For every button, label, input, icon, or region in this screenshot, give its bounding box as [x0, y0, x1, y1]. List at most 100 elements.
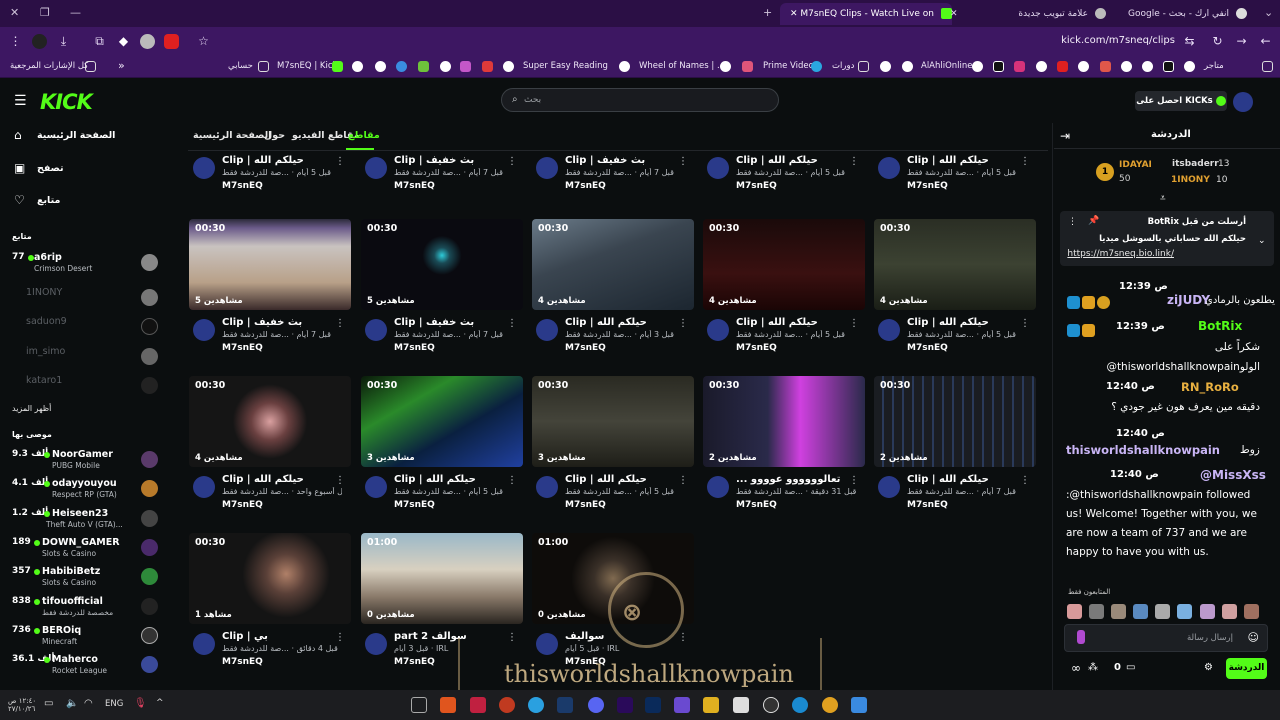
clip-thumbnail[interactable]: 00:30 2 مشاهدين: [703, 376, 865, 467]
clip-thumbnail[interactable]: 00:30 5 مشاهدين: [189, 219, 351, 310]
taskbar-app-icon[interactable]: [470, 697, 486, 713]
emoji-icon[interactable]: ☺: [1248, 631, 1259, 644]
premiere-icon[interactable]: [617, 697, 633, 713]
chat-username[interactable]: RN_RoRo: [1181, 380, 1239, 394]
site-settings-icon[interactable]: ⇆: [1182, 34, 1197, 49]
points-icon[interactable]: ▭: [1126, 662, 1135, 673]
chevron-down-icon[interactable]: ⌄: [1258, 236, 1266, 246]
emote-icon[interactable]: [1133, 604, 1149, 619]
more-options-icon[interactable]: ⋮: [1068, 217, 1077, 227]
mic-icon[interactable]: [1077, 630, 1085, 644]
photoshop-icon[interactable]: [645, 697, 661, 713]
clip-card[interactable]: Clip | حيلكم الله قبل 5 أيام · ...صة للدر…: [703, 57, 865, 207]
clip-card[interactable]: 00:30 4 مشاهدين Clip | حيلكم الله قبل 3 أي…: [532, 219, 694, 359]
clip-card[interactable]: 00:30 4 مشاهدين Clip | حيلكم الله قبل أسبو…: [189, 376, 351, 516]
user-avatar[interactable]: [1233, 92, 1253, 112]
extension-diamond-icon[interactable]: ◆: [116, 34, 131, 49]
sidebar-recommended-item[interactable]: 189 DOWN_GAMER Slots & Casino: [12, 537, 158, 565]
more-options-icon[interactable]: ⋮: [507, 632, 517, 643]
sidebar-following-im-simo[interactable]: im_simo: [12, 346, 158, 374]
clip-card[interactable]: 00:30 3 مشاهدين Clip | حيلكم الله قبل 5 أي…: [361, 376, 523, 516]
taskbar-app-icon[interactable]: [411, 697, 427, 713]
more-options-icon[interactable]: ⋮: [849, 475, 859, 486]
emote-icon[interactable]: [1221, 604, 1237, 619]
wifi-icon[interactable]: ◠: [84, 698, 93, 709]
emote-icon[interactable]: [1111, 604, 1127, 619]
settings-gear-icon[interactable]: ⚙: [1204, 662, 1213, 673]
tab-close-icon[interactable]: ✕: [790, 9, 798, 19]
clip-thumbnail[interactable]: 00:30 4 مشاهدين: [703, 219, 865, 310]
clip-card[interactable]: Clip | حيلكم الله قبل 5 أيام · ...صة للدر…: [874, 57, 1036, 207]
bookmark-all[interactable]: كل الإشارات المرجعية: [10, 61, 88, 71]
sidebar-following-saduon9[interactable]: saduon9: [12, 316, 158, 344]
get-kicks-button[interactable]: احصل على KICKs: [1135, 91, 1227, 111]
expand-leaderboard-icon[interactable]: ⩡: [1160, 193, 1166, 204]
more-options-icon[interactable]: ⋮: [507, 318, 517, 329]
language-indicator[interactable]: ENG: [105, 699, 123, 709]
nav-following[interactable]: متابع: [37, 195, 60, 206]
chat-username[interactable]: BotRix: [1198, 319, 1242, 333]
clip-thumbnail[interactable]: 00:30 5 مشاهدين: [361, 219, 523, 310]
more-options-icon[interactable]: ⋮: [335, 318, 345, 329]
windows-start-icon[interactable]: [851, 697, 867, 713]
emote-icon[interactable]: [1067, 604, 1082, 619]
clip-thumbnail[interactable]: 00:30 1 مشاهد: [189, 533, 351, 624]
tab-kick-clips[interactable]: ✕ M7snEQ Clips - Watch Live on: [780, 3, 952, 25]
more-options-icon[interactable]: ⋮: [678, 318, 688, 329]
emote-icon[interactable]: [1089, 604, 1105, 619]
kick-logo[interactable]: KICK: [40, 90, 93, 114]
url-field[interactable]: kick.com/m7sneq/clips: [1000, 35, 1175, 46]
more-options-icon[interactable]: ⋮: [678, 475, 688, 486]
nav-home[interactable]: الصفحة الرئيسية: [37, 130, 115, 141]
clip-thumbnail[interactable]: 00:30 4 مشاهدين: [532, 219, 694, 310]
taskbar-app-icon[interactable]: [674, 697, 690, 713]
clip-card[interactable]: 00:30 2 مشاهدين Clip | حيلكم الله قبل 7 أي…: [874, 376, 1036, 516]
sidebar-following-a6rip[interactable]: 77 a6rip Crimson Desert: [12, 252, 158, 280]
extension-icon[interactable]: [32, 34, 47, 49]
chat-input[interactable]: إرسال رسالة ☺: [1064, 624, 1268, 652]
sidebar-recommended-item[interactable]: 736 BEROiq Minecraft: [12, 625, 158, 653]
chat-username[interactable]: @MissXss: [1200, 468, 1266, 482]
gift-icon[interactable]: ⁂: [1088, 662, 1098, 673]
sidebar-recommended-item[interactable]: 838 tifouofficial مخصصة للدردشة فقط: [12, 596, 158, 624]
tab-new-tab[interactable]: ✕ علامة تبويب جديدة: [940, 3, 1118, 25]
mic-tray-icon[interactable]: 🎙: [134, 698, 147, 709]
emote-icon[interactable]: [1155, 604, 1171, 619]
taskbar-app-icon[interactable]: [733, 697, 749, 713]
brave-icon[interactable]: [440, 697, 456, 713]
sidebar-following-1inony[interactable]: 1INONY: [12, 287, 158, 315]
clip-card[interactable]: Clip | حيلكم الله قبل 5 أيام · ...صة للدر…: [189, 57, 351, 207]
file-explorer-icon[interactable]: [703, 697, 719, 713]
clip-thumbnail[interactable]: 00:30 4 مشاهدين: [189, 376, 351, 467]
bookmark-star-icon[interactable]: ☆: [196, 34, 211, 49]
more-options-icon[interactable]: ⋮: [678, 632, 688, 643]
hamburger-menu-icon[interactable]: ☰: [14, 93, 27, 109]
edge-icon[interactable]: [792, 697, 808, 713]
emote-icon[interactable]: [1243, 604, 1259, 619]
reload-icon[interactable]: ↻: [1210, 34, 1225, 49]
extension-icon[interactable]: [140, 34, 155, 49]
clip-card[interactable]: 00:30 5 مشاهدين Clip | بث خفيف قبل 7 أيام …: [361, 219, 523, 359]
chat-username[interactable]: thisworldshallknowpain: [1066, 443, 1220, 457]
back-icon[interactable]: ←: [1258, 34, 1273, 49]
forward-icon[interactable]: →: [1234, 34, 1249, 49]
more-options-icon[interactable]: ⋮: [849, 156, 859, 167]
more-options-icon[interactable]: ⋮: [335, 156, 345, 167]
extensions-puzzle-icon[interactable]: ⧉: [92, 34, 107, 49]
tab-menu-icon[interactable]: ⌄: [1264, 6, 1273, 19]
clip-card[interactable]: Clip | بث خفيف قبل 7 أيام · ...صة للدردشة…: [361, 57, 523, 207]
sidebar-recommended-item[interactable]: 36.1 ألف Maherco Rocket League: [12, 654, 158, 682]
clip-card[interactable]: 00:30 3 مشاهدين Clip | حيلكم الله قبل 5 أي…: [532, 376, 694, 516]
sidebar-following-kataro1[interactable]: kataro1: [12, 375, 158, 403]
clip-card[interactable]: 00:30 4 مشاهدين Clip | حيلكم الله قبل 5 أي…: [703, 219, 865, 359]
notifications-icon[interactable]: ▭: [44, 698, 53, 709]
show-more-link[interactable]: أظهر المزيد: [12, 404, 51, 413]
pinned-message[interactable]: BotRix أرسلت من قبل ⋮ 📌 حيلكم الله حسابا…: [1060, 211, 1274, 266]
infinity-icon[interactable]: ∞: [1071, 661, 1081, 675]
chrome-icon[interactable]: [822, 697, 838, 713]
download-icon[interactable]: ⤓: [56, 34, 71, 49]
bookmark-stores[interactable]: متاجر: [1204, 61, 1224, 71]
sidebar-recommended-item[interactable]: 9.3 ألف NoorGamer PUBG Mobile: [12, 449, 158, 477]
nav-browse[interactable]: تصفح: [37, 163, 64, 174]
more-options-icon[interactable]: ⋮: [335, 475, 345, 486]
